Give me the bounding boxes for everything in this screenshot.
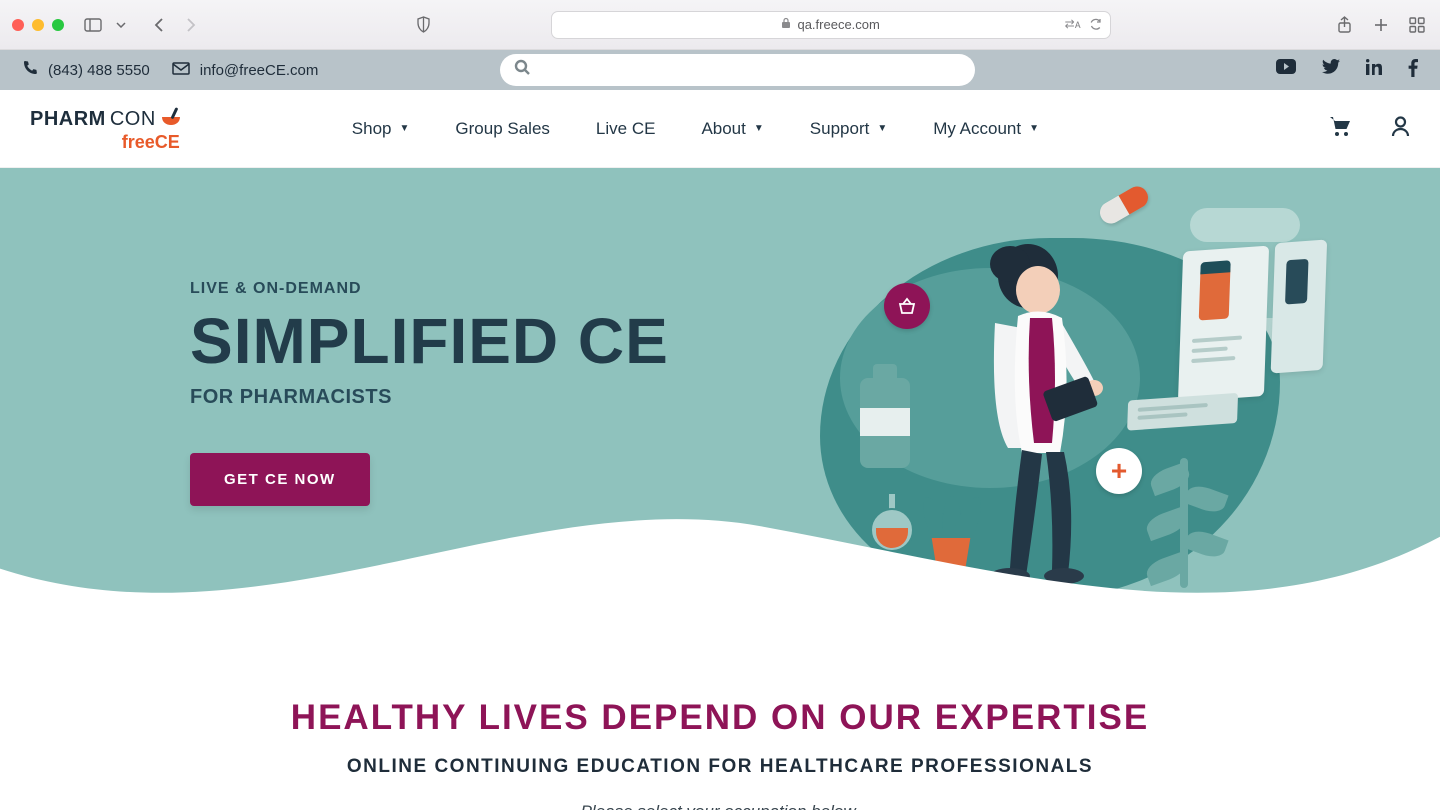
email-contact[interactable]: info@freeCE.com [172, 62, 319, 79]
logo-subtext: freeCE [122, 133, 180, 151]
shield-icon[interactable] [412, 14, 434, 36]
nav-label: Support [810, 119, 870, 139]
tabs-overview-icon[interactable] [1406, 14, 1428, 36]
logo-text-2: CON [110, 109, 156, 129]
youtube-icon[interactable] [1276, 59, 1296, 82]
logo-text-1: PHARM [30, 109, 106, 129]
cart-icon[interactable] [1329, 116, 1351, 142]
twitter-icon[interactable] [1322, 59, 1340, 82]
nav-label: Live CE [596, 119, 656, 139]
contact-bar: (843) 488 5550 info@freeCE.com [0, 50, 1440, 90]
close-window[interactable] [12, 19, 24, 31]
user-icon[interactable] [1391, 116, 1410, 142]
section-headline: HEALTHY LIVES DEPEND ON OUR EXPERTISE [0, 698, 1440, 738]
share-icon[interactable] [1334, 14, 1356, 36]
section-subhead: ONLINE CONTINUING EDUCATION FOR HEALTHCA… [0, 756, 1440, 778]
chevron-down-icon[interactable] [114, 14, 128, 36]
back-icon[interactable] [148, 14, 170, 36]
new-tab-icon[interactable] [1370, 14, 1392, 36]
nav-my-account[interactable]: My Account ▼ [933, 119, 1039, 139]
pill-icon [1096, 182, 1152, 227]
email-text: info@freeCE.com [200, 62, 319, 79]
hero-subtitle: FOR PHARMACISTS [190, 386, 669, 409]
screen-panels [1137, 231, 1334, 445]
maximize-window[interactable] [52, 19, 64, 31]
search-input[interactable] [500, 54, 975, 86]
hero-eyebrow: LIVE & ON-DEMAND [190, 280, 669, 298]
nav-live-ce[interactable]: Live CE [596, 119, 656, 139]
nav-label: Shop [352, 119, 392, 139]
search-field[interactable] [541, 62, 961, 79]
phone-contact[interactable]: (843) 488 5550 [22, 60, 150, 80]
reload-icon[interactable] [1089, 17, 1102, 33]
medicine-bottle-icon [860, 378, 910, 468]
nav-about[interactable]: About ▼ [701, 119, 763, 139]
wave-divider [0, 473, 1440, 638]
url-text: qa.freece.com [797, 17, 879, 32]
minimize-window[interactable] [32, 19, 44, 31]
window-controls [12, 19, 64, 31]
translate-icon[interactable]: ⇄ᴀ [1065, 17, 1081, 33]
lock-icon [781, 17, 791, 32]
phone-icon [22, 60, 38, 80]
address-bar[interactable]: qa.freece.com ⇄ᴀ [551, 11, 1111, 39]
basket-badge-icon [884, 283, 930, 329]
section-instruction: Please select your occupation below. [0, 802, 1440, 810]
nav-label: Group Sales [455, 119, 550, 139]
caret-down-icon: ▼ [1029, 123, 1039, 134]
main-nav: PHARMCON freeCE Shop ▼ Group Sales Live C… [0, 90, 1440, 168]
linkedin-icon[interactable] [1366, 59, 1382, 82]
browser-chrome: qa.freece.com ⇄ᴀ [0, 0, 1440, 50]
logo-mortar-icon [160, 107, 182, 131]
forward-icon[interactable] [180, 14, 202, 36]
nav-group-sales[interactable]: Group Sales [455, 119, 550, 139]
nav-label: My Account [933, 119, 1021, 139]
nav-label: About [701, 119, 745, 139]
logo[interactable]: PHARMCON freeCE [30, 107, 182, 151]
caret-down-icon: ▼ [877, 123, 887, 134]
hero-section: LIVE & ON-DEMAND SIMPLIFIED CE FOR PHARM… [0, 168, 1440, 638]
nav-shop[interactable]: Shop ▼ [352, 119, 410, 139]
envelope-icon [172, 62, 190, 79]
hero-title: SIMPLIFIED CE [190, 304, 669, 378]
caret-down-icon: ▼ [754, 123, 764, 134]
sidebar-toggle-icon[interactable] [82, 14, 104, 36]
phone-text: (843) 488 5550 [48, 62, 150, 79]
facebook-icon[interactable] [1408, 59, 1418, 82]
expertise-section: HEALTHY LIVES DEPEND ON OUR EXPERTISE ON… [0, 638, 1440, 810]
nav-support[interactable]: Support ▼ [810, 119, 887, 139]
search-icon [514, 59, 531, 81]
caret-down-icon: ▼ [400, 123, 410, 134]
social-links [1276, 59, 1418, 82]
